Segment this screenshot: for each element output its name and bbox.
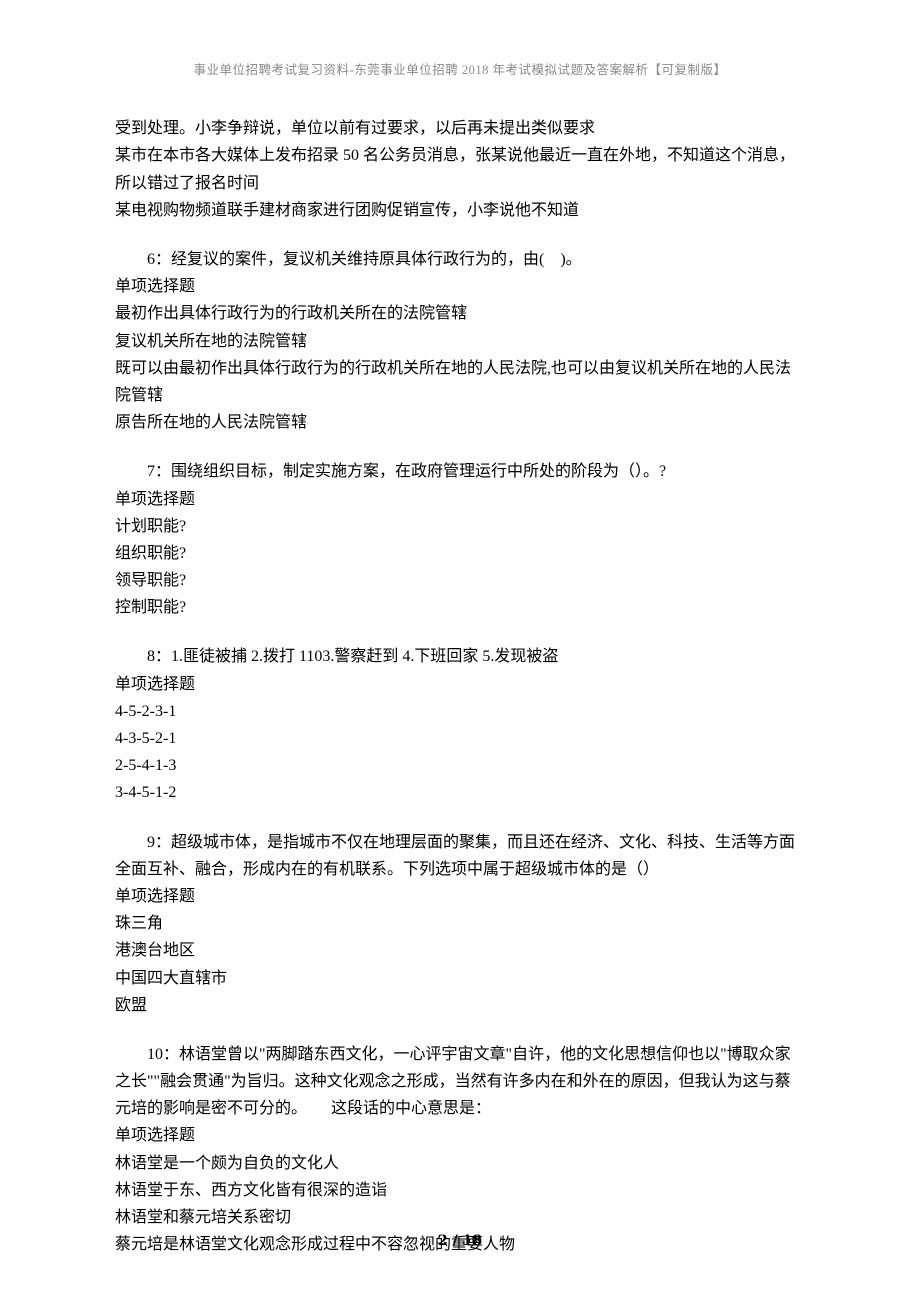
question-9-option-d: 欧盟 bbox=[115, 992, 805, 1019]
prelude-line-2: 某市在本市各大媒体上发布招录 50 名公务员消息，张某说他最近一直在外地，不知道… bbox=[115, 142, 805, 196]
question-9: 9：超级城市体，是指城市不仅在地理层面的聚集，而且还在经济、文化、科技、生活等方… bbox=[115, 829, 805, 1019]
question-8-option-a: 4-5-2-3-1 bbox=[115, 698, 805, 725]
question-9-type: 单项选择题 bbox=[115, 883, 805, 910]
question-9-option-b: 港澳台地区 bbox=[115, 937, 805, 964]
question-8-option-b: 4-3-5-2-1 bbox=[115, 725, 805, 752]
question-10-type: 单项选择题 bbox=[115, 1122, 805, 1149]
question-10-option-a: 林语堂是一个颇为自负的文化人 bbox=[115, 1150, 805, 1177]
question-9-stem: 9：超级城市体，是指城市不仅在地理层面的聚集，而且还在经济、文化、科技、生活等方… bbox=[115, 829, 805, 883]
question-6-option-b: 复议机关所在地的法院管辖 bbox=[115, 328, 805, 355]
question-9-option-a: 珠三角 bbox=[115, 910, 805, 937]
prelude-line-3: 某电视购物频道联手建材商家进行团购促销宣传，小李说他不知道 bbox=[115, 197, 805, 224]
page-footer: 2 / 18 bbox=[0, 1230, 920, 1254]
question-6-type: 单项选择题 bbox=[115, 273, 805, 300]
question-6: 6：经复议的案件，复议机关维持原具体行政行为的，由( )。 单项选择题 最初作出… bbox=[115, 246, 805, 436]
question-10-option-c: 林语堂和蔡元培关系密切 bbox=[115, 1204, 805, 1231]
question-7-option-c: 领导职能? bbox=[115, 567, 805, 594]
question-8: 8：1.匪徒被捕 2.拨打 1103.警察赶到 4.下班回家 5.发现被盗 单项… bbox=[115, 643, 805, 806]
question-8-option-c: 2-5-4-1-3 bbox=[115, 752, 805, 779]
question-6-option-d: 原告所在地的人民法院管辖 bbox=[115, 409, 805, 436]
question-6-stem: 6：经复议的案件，复议机关维持原具体行政行为的，由( )。 bbox=[115, 246, 805, 273]
prelude-block: 受到处理。小李争辩说，单位以前有过要求，以后再未提出类似要求 某市在本市各大媒体… bbox=[115, 115, 805, 224]
question-6-option-c: 既可以由最初作出具体行政行为的行政机关所在地的人民法院,也可以由复议机关所在地的… bbox=[115, 355, 805, 409]
document-page: 事业单位招聘考试复习资料-东莞事业单位招聘 2018 年考试模拟试题及答案解析【… bbox=[0, 0, 920, 1302]
question-10: 10：林语堂曾以"两脚踏东西文化，一心评宇宙文章"自许，他的文化思想信仰也以"博… bbox=[115, 1041, 805, 1259]
question-7-option-d: 控制职能? bbox=[115, 594, 805, 621]
question-9-option-c: 中国四大直辖市 bbox=[115, 965, 805, 992]
question-10-option-b: 林语堂于东、西方文化皆有很深的造诣 bbox=[115, 1177, 805, 1204]
prelude-line-1: 受到处理。小李争辩说，单位以前有过要求，以后再未提出类似要求 bbox=[115, 115, 805, 142]
page-header: 事业单位招聘考试复习资料-东莞事业单位招聘 2018 年考试模拟试题及答案解析【… bbox=[115, 60, 805, 81]
question-10-stem: 10：林语堂曾以"两脚踏东西文化，一心评宇宙文章"自许，他的文化思想信仰也以"博… bbox=[115, 1041, 805, 1123]
question-6-option-a: 最初作出具体行政行为的行政机关所在的法院管辖 bbox=[115, 300, 805, 327]
question-7-option-a: 计划职能? bbox=[115, 513, 805, 540]
question-8-option-d: 3-4-5-1-2 bbox=[115, 779, 805, 806]
question-7: 7：围绕组织目标，制定实施方案，在政府管理运行中所处的阶段为（）。? 单项选择题… bbox=[115, 458, 805, 621]
question-8-type: 单项选择题 bbox=[115, 671, 805, 698]
question-7-type: 单项选择题 bbox=[115, 486, 805, 513]
question-7-option-b: 组织职能? bbox=[115, 540, 805, 567]
question-8-stem: 8：1.匪徒被捕 2.拨打 1103.警察赶到 4.下班回家 5.发现被盗 bbox=[115, 643, 805, 670]
question-7-stem: 7：围绕组织目标，制定实施方案，在政府管理运行中所处的阶段为（）。? bbox=[115, 458, 805, 485]
